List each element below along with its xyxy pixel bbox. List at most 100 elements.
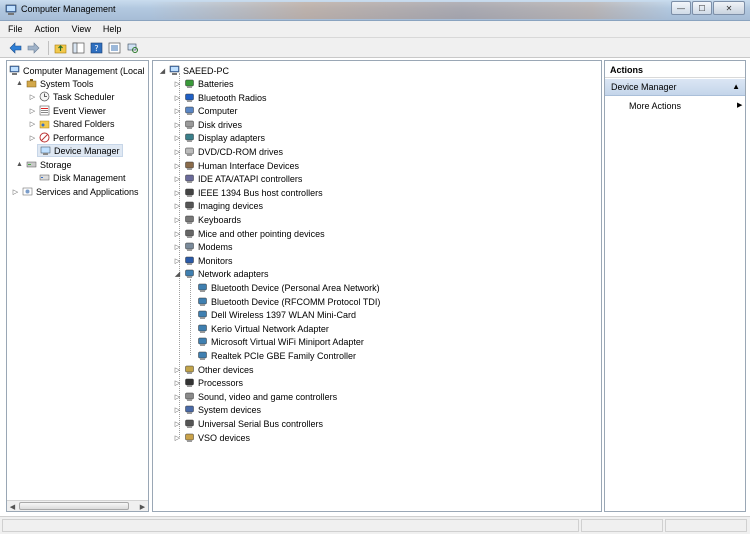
expand-icon[interactable]: ▷: [173, 79, 182, 88]
device-category[interactable]: ▷ Display adapters: [173, 131, 265, 144]
tree-item-event-viewer[interactable]: ▷ Event Viewer: [28, 104, 106, 117]
device-tree-root[interactable]: ◢ SAEED-PC: [158, 64, 229, 77]
device-category[interactable]: ▷ VSO devices: [173, 431, 250, 444]
device-category[interactable]: ▷ Computer: [173, 104, 238, 117]
menu-help[interactable]: Help: [103, 24, 122, 34]
performance-icon: [39, 132, 50, 143]
device-category[interactable]: ▷ Monitors: [173, 254, 233, 267]
scroll-right-icon[interactable]: ▶: [138, 502, 147, 511]
expand-icon[interactable]: ▷: [173, 215, 182, 224]
expand-icon[interactable]: ▷: [173, 120, 182, 129]
tree-item-device-manager[interactable]: Device Manager: [37, 144, 123, 157]
expand-icon[interactable]: ▷: [173, 161, 182, 170]
more-actions-item[interactable]: More Actions ▶: [629, 101, 742, 111]
tree-item-computer-management[interactable]: Computer Management (Local: [9, 64, 145, 77]
tree-item-performance[interactable]: ▷ Performance: [28, 131, 105, 144]
expand-icon[interactable]: ▷: [173, 147, 182, 156]
properties-icon[interactable]: [107, 41, 121, 55]
device-category[interactable]: ▷ Disk drives: [173, 118, 242, 131]
device-label: Batteries: [198, 78, 234, 89]
tree-item-label: Disk Management: [53, 172, 126, 183]
tree-item-services-and-applications[interactable]: ▷ Services and Applications: [11, 185, 139, 198]
network-adapter-icon: [197, 282, 208, 293]
horizontal-scrollbar[interactable]: ◀ ▶: [7, 500, 148, 511]
help-icon[interactable]: ?: [89, 41, 103, 55]
minimize-button[interactable]: —: [671, 1, 691, 15]
svg-text:?: ?: [94, 44, 98, 53]
close-button[interactable]: ✕: [713, 1, 745, 15]
forward-icon[interactable]: [26, 41, 40, 55]
device-category[interactable]: ▷ Keyboards: [173, 213, 241, 226]
expand-icon[interactable]: ▷: [173, 378, 182, 387]
expand-icon[interactable]: ▷: [28, 106, 37, 115]
expand-icon[interactable]: ▷: [173, 133, 182, 142]
expand-icon[interactable]: ▷: [173, 93, 182, 102]
collapse-icon[interactable]: ◢: [158, 66, 167, 75]
expand-icon[interactable]: ▷: [173, 256, 182, 265]
device-label: Disk drives: [198, 119, 243, 130]
expand-icon[interactable]: ▷: [28, 119, 37, 128]
network-adapter-item[interactable]: Bluetooth Device (RFCOMM Protocol TDI): [197, 295, 380, 308]
collapse-icon[interactable]: ▲: [15, 79, 24, 88]
scroll-left-icon[interactable]: ◀: [8, 502, 17, 511]
expand-icon[interactable]: ▷: [173, 433, 182, 442]
expand-icon[interactable]: ▷: [173, 188, 182, 197]
tree-item-shared-folders[interactable]: ▷ Shared Folders: [28, 117, 115, 130]
expand-icon[interactable]: ▷: [173, 229, 182, 238]
expand-icon[interactable]: ▷: [173, 106, 182, 115]
expand-icon[interactable]: ▷: [173, 392, 182, 401]
network-adapter-item[interactable]: Bluetooth Device (Personal Area Network): [197, 281, 380, 294]
device-category[interactable]: ▷ Processors: [173, 376, 243, 389]
device-category[interactable]: ▷ IEEE 1394 Bus host controllers: [173, 186, 323, 199]
device-category[interactable]: ▷ Human Interface Devices: [173, 159, 299, 172]
computer-icon: [184, 105, 195, 116]
device-category[interactable]: ▷ Bluetooth Radios: [173, 91, 267, 104]
expand-icon[interactable]: ▷: [173, 405, 182, 414]
actions-section-device-manager[interactable]: Device Manager ▲: [605, 79, 745, 96]
device-category[interactable]: ▷ Batteries: [173, 77, 234, 90]
monitor-icon: [184, 255, 195, 266]
device-category[interactable]: ▷ DVD/CD-ROM drives: [173, 145, 283, 158]
expand-icon[interactable]: ▷: [28, 92, 37, 101]
network-adapter-item[interactable]: Kerio Virtual Network Adapter: [197, 322, 329, 335]
device-category[interactable]: ▷ Mice and other pointing devices: [173, 227, 325, 240]
network-adapter-item[interactable]: Microsoft Virtual WiFi Miniport Adapter: [197, 335, 364, 348]
device-category[interactable]: ◢ Network adapters: [173, 267, 269, 280]
up-folder-icon[interactable]: [53, 41, 67, 55]
expand-icon[interactable]: ▷: [173, 174, 182, 183]
scan-hardware-icon[interactable]: [125, 41, 139, 55]
network-adapter-item[interactable]: Dell Wireless 1397 WLAN Mini-Card: [197, 308, 356, 321]
expand-icon[interactable]: ▷: [173, 201, 182, 210]
collapse-icon[interactable]: ◢: [173, 269, 182, 278]
expand-icon[interactable]: ▷: [28, 133, 37, 142]
back-icon[interactable]: [8, 41, 22, 55]
tree-item-disk-management[interactable]: Disk Management: [39, 171, 126, 184]
device-category[interactable]: ▷ Imaging devices: [173, 199, 263, 212]
device-category[interactable]: ▷ System devices: [173, 403, 261, 416]
console-tree-icon[interactable]: [71, 41, 85, 55]
collapse-icon[interactable]: ▲: [15, 160, 24, 169]
expand-icon[interactable]: ▷: [173, 419, 182, 428]
device-category[interactable]: ▷ Universal Serial Bus controllers: [173, 417, 323, 430]
tree-item-storage[interactable]: ▲ Storage: [15, 158, 72, 171]
camera-icon: [184, 200, 195, 211]
network-adapter-item[interactable]: Realtek PCIe GBE Family Controller: [197, 349, 356, 362]
collapse-up-icon[interactable]: ▲: [732, 82, 740, 91]
menu-action[interactable]: Action: [35, 24, 60, 34]
device-category[interactable]: ▷ Modems: [173, 240, 233, 253]
expand-icon[interactable]: ▷: [173, 242, 182, 251]
device-category[interactable]: ▷ Sound, video and game controllers: [173, 390, 337, 403]
menu-file[interactable]: File: [8, 24, 23, 34]
tools-icon: [26, 78, 37, 89]
device-category[interactable]: ▷ IDE ATA/ATAPI controllers: [173, 172, 303, 185]
maximize-button[interactable]: ☐: [692, 1, 712, 15]
tree-item-task-scheduler[interactable]: ▷ Task Scheduler: [28, 90, 115, 103]
menu-view[interactable]: View: [72, 24, 91, 34]
expand-icon[interactable]: ▷: [11, 187, 20, 196]
expand-icon[interactable]: ▷: [173, 365, 182, 374]
device-label: DVD/CD-ROM drives: [198, 146, 284, 157]
device-category[interactable]: ▷ Other devices: [173, 363, 254, 376]
scrollbar-thumb[interactable]: [19, 502, 129, 510]
computer-icon: [9, 65, 20, 76]
tree-item-system-tools[interactable]: ▲ System Tools: [15, 77, 93, 90]
